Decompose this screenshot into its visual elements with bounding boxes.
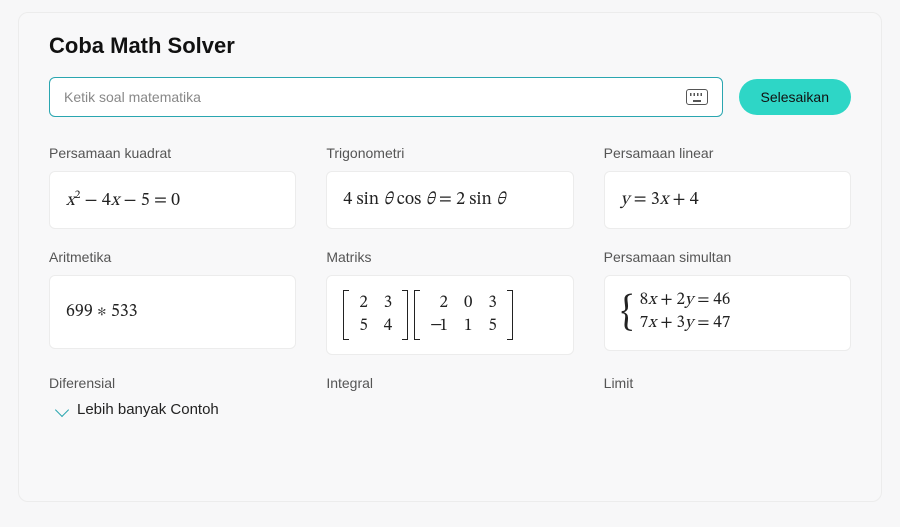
category-label: Diferensial	[49, 375, 296, 391]
more-examples-toggle[interactable]: Lebih banyak Contoh	[49, 401, 296, 418]
example-matrix[interactable]: 2354 203−115	[326, 275, 573, 355]
example-linear[interactable]: y = 3x + 4	[604, 171, 851, 229]
category-simultaneous: Persamaan simultan { 8x + 2y = 46 7x + 3…	[604, 249, 851, 355]
category-label: Matriks	[326, 249, 573, 265]
example-trigonometry[interactable]: 4 sin θ cos θ = 2 sin θ	[326, 171, 573, 229]
category-label: Persamaan simultan	[604, 249, 851, 265]
category-matrix: Matriks 2354 203−115	[326, 249, 573, 355]
expr-text: x2 − 4x − 5 = 0	[66, 188, 180, 213]
category-label: Aritmetika	[49, 249, 296, 265]
example-quadratic[interactable]: x2 − 4x − 5 = 0	[49, 171, 296, 229]
system-expression: { 8x + 2y = 46 7x + 3y = 47	[621, 290, 731, 336]
search-row: Selesaikan	[49, 77, 851, 117]
math-solver-card: Coba Math Solver Selesaikan Persamaan ku…	[18, 12, 882, 502]
search-box[interactable]	[49, 77, 723, 117]
example-simultaneous[interactable]: { 8x + 2y = 46 7x + 3y = 47	[604, 275, 851, 351]
category-label: Trigonometri	[326, 145, 573, 161]
search-input[interactable]	[64, 89, 686, 105]
category-label: Limit	[604, 375, 851, 391]
system-line-1: 8x + 2y = 46	[640, 290, 731, 313]
category-trigonometry: Trigonometri 4 sin θ cos θ = 2 sin θ	[326, 145, 573, 229]
more-examples-label: Lebih banyak Contoh	[77, 401, 219, 418]
example-arithmetic[interactable]: 699 ∗ 533	[49, 275, 296, 349]
matrix-b: 203−115	[414, 290, 513, 340]
category-integral: Integral	[326, 375, 573, 418]
expr-text: y = 3x + 4	[621, 189, 699, 212]
expr-text: 699 ∗ 533	[66, 301, 138, 324]
keyboard-icon[interactable]	[686, 89, 708, 105]
system-line-2: 7x + 3y = 47	[640, 313, 731, 336]
category-label: Persamaan kuadrat	[49, 145, 296, 161]
examples-grid: Persamaan kuadrat x2 − 4x − 5 = 0 Trigon…	[49, 145, 851, 418]
chevron-down-icon	[55, 402, 69, 416]
category-quadratic: Persamaan kuadrat x2 − 4x − 5 = 0	[49, 145, 296, 229]
category-label: Integral	[326, 375, 573, 391]
matrix-a: 2354	[343, 290, 408, 340]
matrix-expression: 2354 203−115	[343, 290, 512, 340]
category-arithmetic: Aritmetika 699 ∗ 533	[49, 249, 296, 355]
category-linear: Persamaan linear y = 3x + 4	[604, 145, 851, 229]
category-label: Persamaan linear	[604, 145, 851, 161]
expr-text: 4 sin θ cos θ = 2 sin θ	[343, 189, 505, 212]
category-limit: Limit	[604, 375, 851, 418]
left-brace-icon: {	[621, 293, 634, 333]
page-title: Coba Math Solver	[49, 33, 851, 59]
category-differential: Diferensial Lebih banyak Contoh	[49, 375, 296, 418]
solve-button[interactable]: Selesaikan	[739, 79, 852, 115]
